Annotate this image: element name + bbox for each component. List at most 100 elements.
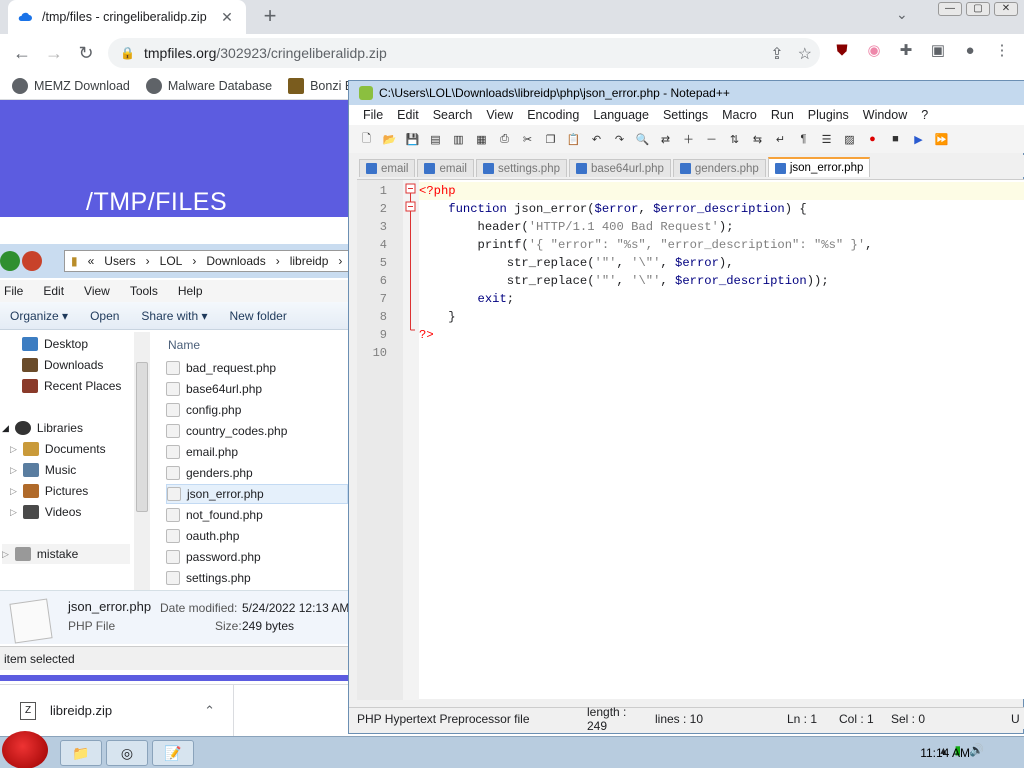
cut-icon[interactable]: ✂ — [518, 130, 537, 149]
record-macro-icon[interactable]: ● — [863, 130, 882, 149]
menu-view[interactable]: View — [486, 108, 513, 122]
open-file-icon[interactable]: 📂 — [380, 130, 399, 149]
code-line[interactable]: printf('{ "error": "%s", "error_descript… — [419, 236, 1024, 254]
replace-icon[interactable]: ⇄ — [656, 130, 675, 149]
list-item[interactable]: bad_request.php — [166, 358, 348, 378]
menu-tools[interactable]: Tools — [130, 284, 158, 298]
menu-help[interactable]: Help — [178, 284, 203, 298]
list-item[interactable]: base64url.php — [166, 379, 348, 399]
stop-macro-icon[interactable]: ■ — [886, 130, 905, 149]
code-line[interactable]: exit; — [419, 290, 1024, 308]
puzzle-extensions-icon[interactable]: ✚ — [896, 40, 916, 60]
nav-item-mistake[interactable]: ▷ mistake — [2, 544, 130, 564]
menu-search[interactable]: Search — [433, 108, 473, 122]
sync-h-icon[interactable]: ⇆ — [748, 130, 767, 149]
clock[interactable]: 11:14 AM — [920, 746, 970, 760]
doc-map-icon[interactable]: ▨ — [840, 130, 859, 149]
run-macro-multi-icon[interactable]: ⏩ — [932, 130, 951, 149]
list-item[interactable]: settings.php — [166, 568, 348, 588]
save-icon[interactable]: 💾 — [403, 130, 422, 149]
menu-settings[interactable]: Settings — [663, 108, 708, 122]
nav-item-downloads[interactable]: Downloads — [22, 355, 103, 375]
breadcrumb[interactable]: Downloads — [206, 254, 265, 268]
code-line[interactable]: <?php — [419, 182, 1024, 200]
code-line[interactable]: ?> — [419, 326, 1024, 344]
tab-genders-php[interactable]: genders.php — [672, 159, 766, 177]
new-folder-button[interactable]: New folder — [229, 309, 286, 323]
code-line[interactable] — [419, 344, 1024, 362]
find-icon[interactable]: 🔍 — [633, 130, 652, 149]
scrollbar-thumb[interactable] — [136, 362, 148, 512]
ublock-extension-icon[interactable]: ⛊ — [832, 40, 852, 60]
taskbar-notepad-icon[interactable]: 📝 — [152, 740, 194, 766]
menu-window[interactable]: Window — [863, 108, 907, 122]
close-tab-icon[interactable]: ✕ — [218, 9, 236, 26]
menu-file[interactable]: File — [4, 284, 23, 298]
share-icon[interactable]: ⇪ — [770, 44, 783, 64]
list-item[interactable]: config.php — [166, 400, 348, 420]
close-window-button[interactable]: ✕ — [994, 2, 1018, 16]
restore-button[interactable]: ▢ — [966, 2, 990, 16]
bookmark-item[interactable]: Bonzi B — [288, 77, 353, 94]
tab-base64url-php[interactable]: base64url.php — [568, 159, 671, 177]
taskbar-chrome-icon[interactable]: ◎ — [106, 740, 148, 766]
start-button[interactable] — [2, 731, 48, 768]
indent-guide-icon[interactable]: ☰ — [817, 130, 836, 149]
sync-v-icon[interactable]: ⇅ — [725, 130, 744, 149]
list-item[interactable]: oauth.php — [166, 526, 348, 546]
extension-icon[interactable]: ◉ — [864, 40, 884, 60]
menu-help[interactable]: ? — [921, 108, 928, 122]
menu-view[interactable]: View — [84, 284, 110, 298]
menu-encoding[interactable]: Encoding — [527, 108, 579, 122]
code-line[interactable]: header('HTTP/1.1 400 Bad Request'); — [419, 218, 1024, 236]
chevron-up-icon[interactable]: ⌃ — [204, 703, 215, 719]
explorer-path[interactable]: ▮ « Users › LOL › Downloads › libreidp › — [64, 250, 354, 272]
breadcrumb[interactable]: LOL — [160, 254, 183, 268]
menu-language[interactable]: Language — [593, 108, 649, 122]
bookmark-item[interactable]: Malware Database — [145, 77, 272, 94]
new-file-icon[interactable]: 🗋 — [357, 130, 376, 149]
save-all-icon[interactable]: ▤ — [426, 130, 445, 149]
share-with-button[interactable]: Share with ▾ — [141, 309, 207, 323]
minimize-button[interactable]: — — [938, 2, 962, 16]
bookmark-item[interactable]: MEMZ Download — [12, 77, 130, 94]
undo-icon[interactable]: ↶ — [587, 130, 606, 149]
copy-icon[interactable]: ❐ — [541, 130, 560, 149]
back-icon[interactable]: ← — [6, 37, 38, 69]
code-line[interactable]: str_replace('"', '\"', $error_descriptio… — [419, 272, 1024, 290]
menu-edit[interactable]: Edit — [397, 108, 419, 122]
browser-tab[interactable]: /tmp/files - cringeliberalidp.zip ✕ — [8, 0, 246, 34]
nav-item-music[interactable]: ▷ Music — [10, 460, 76, 480]
word-wrap-icon[interactable]: ↵ — [771, 130, 790, 149]
open-button[interactable]: Open — [90, 309, 119, 323]
zoom-out-icon[interactable]: － — [702, 130, 721, 149]
tab-json-error-php[interactable]: json_error.php — [767, 157, 871, 177]
nav-item-libraries[interactable]: ◢ Libraries — [2, 418, 83, 438]
forward-icon[interactable]: → — [38, 37, 70, 69]
list-item[interactable]: not_found.php — [166, 505, 348, 525]
breadcrumb[interactable]: libreidp — [290, 254, 329, 268]
redo-icon[interactable]: ↷ — [610, 130, 629, 149]
code-line[interactable]: function json_error($error, $error_descr… — [419, 200, 1024, 218]
nav-scrollbar[interactable] — [134, 332, 150, 590]
forward-arrow-icon[interactable] — [22, 251, 42, 271]
nav-item-documents[interactable]: ▷ Documents — [10, 439, 106, 459]
play-macro-icon[interactable]: ▶ — [909, 130, 928, 149]
organize-button[interactable]: Organize ▾ — [10, 309, 68, 323]
list-item[interactable]: country_codes.php — [166, 421, 348, 441]
tab-search-icon[interactable]: ⌄ — [896, 6, 908, 23]
tab-settings-php[interactable]: settings.php — [475, 159, 567, 177]
print-icon[interactable]: ⎙ — [495, 130, 514, 149]
code-line[interactable]: } — [419, 308, 1024, 326]
menu-kebab-icon[interactable]: ⋮ — [992, 40, 1012, 60]
profile-avatar-icon[interactable]: ● — [960, 40, 980, 60]
close-all-icon[interactable]: ▦ — [472, 130, 491, 149]
paste-icon[interactable]: 📋 — [564, 130, 583, 149]
side-panel-icon[interactable]: ▣ — [928, 40, 948, 60]
volume-icon[interactable]: 🔊 — [969, 743, 984, 757]
tab-email[interactable]: email — [359, 159, 416, 177]
breadcrumb[interactable]: Users — [104, 254, 135, 268]
nav-item-videos[interactable]: ▷ Videos — [10, 502, 81, 522]
menu-plugins[interactable]: Plugins — [808, 108, 849, 122]
close-file-icon[interactable]: ▥ — [449, 130, 468, 149]
